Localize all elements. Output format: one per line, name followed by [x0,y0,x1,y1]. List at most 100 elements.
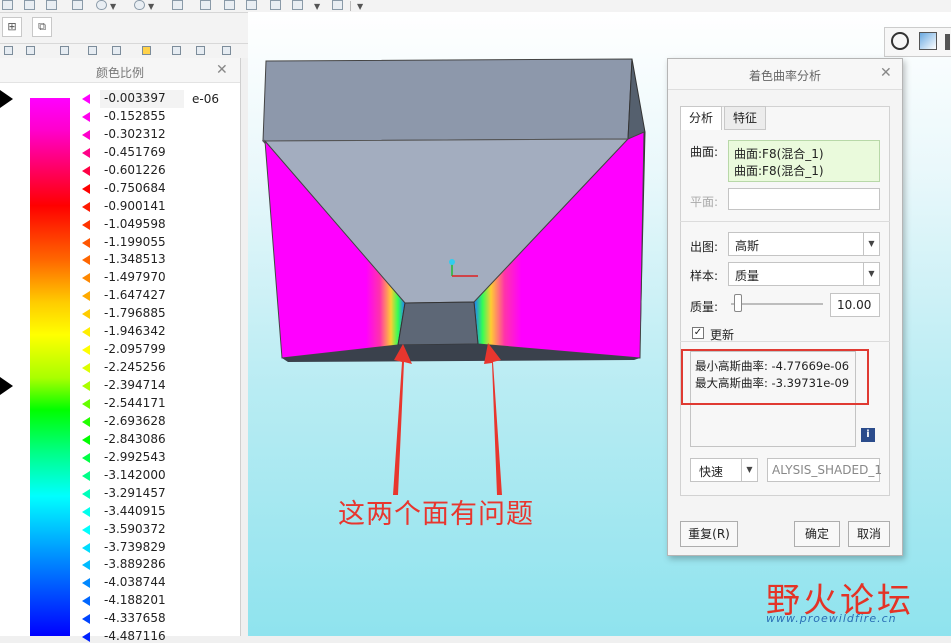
scale-tick-marker [82,560,90,571]
collapse-icon[interactable] [196,46,205,55]
scale-tick-marker [82,578,90,589]
scale-tick-value: -2.095799 [104,342,166,357]
layers-icon[interactable] [200,0,211,10]
scale-tick-marker [82,255,90,266]
toolbar-more-icon[interactable]: ▼ [357,2,363,11]
redo-dropdown-icon[interactable]: ▼ [148,2,154,11]
speed-value: 快速 [699,465,724,479]
folder-icon[interactable] [2,0,13,10]
surface-label: 曲面: [690,145,719,159]
scale-tick-marker [82,632,90,643]
analysis-name-field[interactable]: ALYSIS_SHADED_1 [767,458,882,482]
navigator-mini-toolbar [0,44,248,58]
quality-slider-track[interactable] [731,303,823,305]
orient-icon[interactable] [292,0,303,10]
cancel-button[interactable]: 取消 [848,521,890,547]
scale-tick-value: -4.337658 [104,611,166,626]
analysis-name-value: ALYSIS_SHADED_1 [772,463,882,477]
annotation-text: 这两个面有问题 [338,499,534,530]
scale-tick-value: -1.946342 [104,324,166,339]
layer-icon[interactable]: ⧉ [32,17,52,37]
scale-tick-value: -0.601226 [104,162,166,177]
ok-button[interactable]: 确定 [794,521,840,547]
plane-label: 平面: [690,195,719,209]
sample-label: 样本: [690,269,719,283]
display-icon[interactable] [270,0,281,10]
tab-analysis[interactable]: 分析 [680,106,722,130]
plane-collector[interactable] [728,188,880,210]
show-icon[interactable] [4,46,13,55]
document-icon[interactable] [222,46,231,55]
scale-tick-value: -0.900141 [104,198,166,213]
scale-tick-value: -0.750684 [104,180,166,195]
scale-tick-marker [82,398,90,409]
scale-tick-marker [82,111,90,122]
tree-columns-icon[interactable] [60,46,69,55]
model-tree-icon[interactable]: ⊞ [2,17,22,37]
quality-input[interactable]: 10.00 [830,293,880,317]
undo-icon[interactable] [96,0,107,10]
scale-tick-marker [82,183,90,194]
surface-item-1: 曲面:F8(混合_1) [734,147,824,161]
expand-icon[interactable] [172,46,181,55]
arrow-left [393,344,412,495]
window-icon[interactable] [46,0,57,10]
scale-tick-value: -4.038744 [104,575,166,590]
scale-tick-value: -0.152855 [104,108,166,123]
find-icon[interactable] [88,46,97,55]
scale-tick-marker [82,596,90,607]
scale-tick-value: -1.199055 [104,234,166,249]
model-bottom-face [397,301,479,346]
scale-tick-marker [82,542,90,553]
scale-tick-value: -0.302312 [104,126,166,141]
chevron-down-icon: ▼ [863,263,879,285]
scale-tick-value: -3.739829 [104,539,166,554]
scale-tick-value: -1.796885 [104,306,166,321]
sample-dropdown[interactable]: 质量 ▼ [728,262,880,286]
orient-dropdown-icon[interactable]: ▼ [314,2,320,11]
dialog-titlebar: 着色曲率分析 ✕ [668,59,902,90]
close-icon[interactable]: ✕ [216,62,228,78]
filter-icon[interactable] [26,46,35,55]
scale-tick-marker [82,506,90,517]
quality-slider-thumb[interactable] [734,294,742,312]
surface-collector[interactable]: 曲面:F8(混合_1) 曲面:F8(混合_1) [728,140,880,182]
scale-tick-marker [82,165,90,176]
scale-tick-value[interactable]: -0.003397 [104,91,166,105]
shaded-curvature-dialog: 着色曲率分析 ✕ 分析 特征 曲面: 曲面:F8(混合_1) 曲面:F8(混合_… [667,58,903,556]
view-icon[interactable] [246,0,257,10]
scale-tick-marker [82,345,90,356]
scale-tick-value: -3.291457 [104,485,166,500]
scale-tick-value: -0.451769 [104,144,166,159]
sample-value: 质量 [735,269,760,283]
settings-icon[interactable] [142,46,151,55]
dialog-title: 着色曲率分析 [748,69,821,83]
scale-tick-marker [82,614,90,625]
tab-feature[interactable]: 特征 [724,106,766,130]
save-icon[interactable] [72,0,83,10]
color-scale-title: 颜色比例 [95,66,144,80]
scale-tick-value: -2.544171 [104,395,166,410]
speed-dropdown[interactable]: 快速 ▼ [690,458,758,482]
table-icon[interactable] [112,46,121,55]
update-checkbox[interactable]: ✓ [692,327,704,339]
lower-limit-pointer[interactable] [0,377,13,395]
scale-tick-marker [82,452,90,463]
color-gradient-bar [30,98,70,636]
undo-dropdown-icon[interactable]: ▼ [110,2,116,11]
results-highlight [681,349,869,405]
edit-icon[interactable] [224,0,235,10]
upper-limit-pointer[interactable] [0,90,13,108]
model-top-face [262,58,633,142]
info-icon[interactable]: i [861,428,875,442]
arrow-right [484,343,502,495]
scale-tick-marker [82,309,90,320]
repeat-button[interactable]: 重复(R) [680,521,738,547]
regenerate-icon[interactable] [172,0,183,10]
settings-icon[interactable] [24,0,35,10]
redo-icon[interactable] [134,0,145,10]
scale-tick-marker [82,94,90,104]
output-dropdown[interactable]: 高斯 ▼ [728,232,880,256]
close-window-icon[interactable] [332,0,343,10]
close-icon[interactable]: ✕ [880,65,892,81]
